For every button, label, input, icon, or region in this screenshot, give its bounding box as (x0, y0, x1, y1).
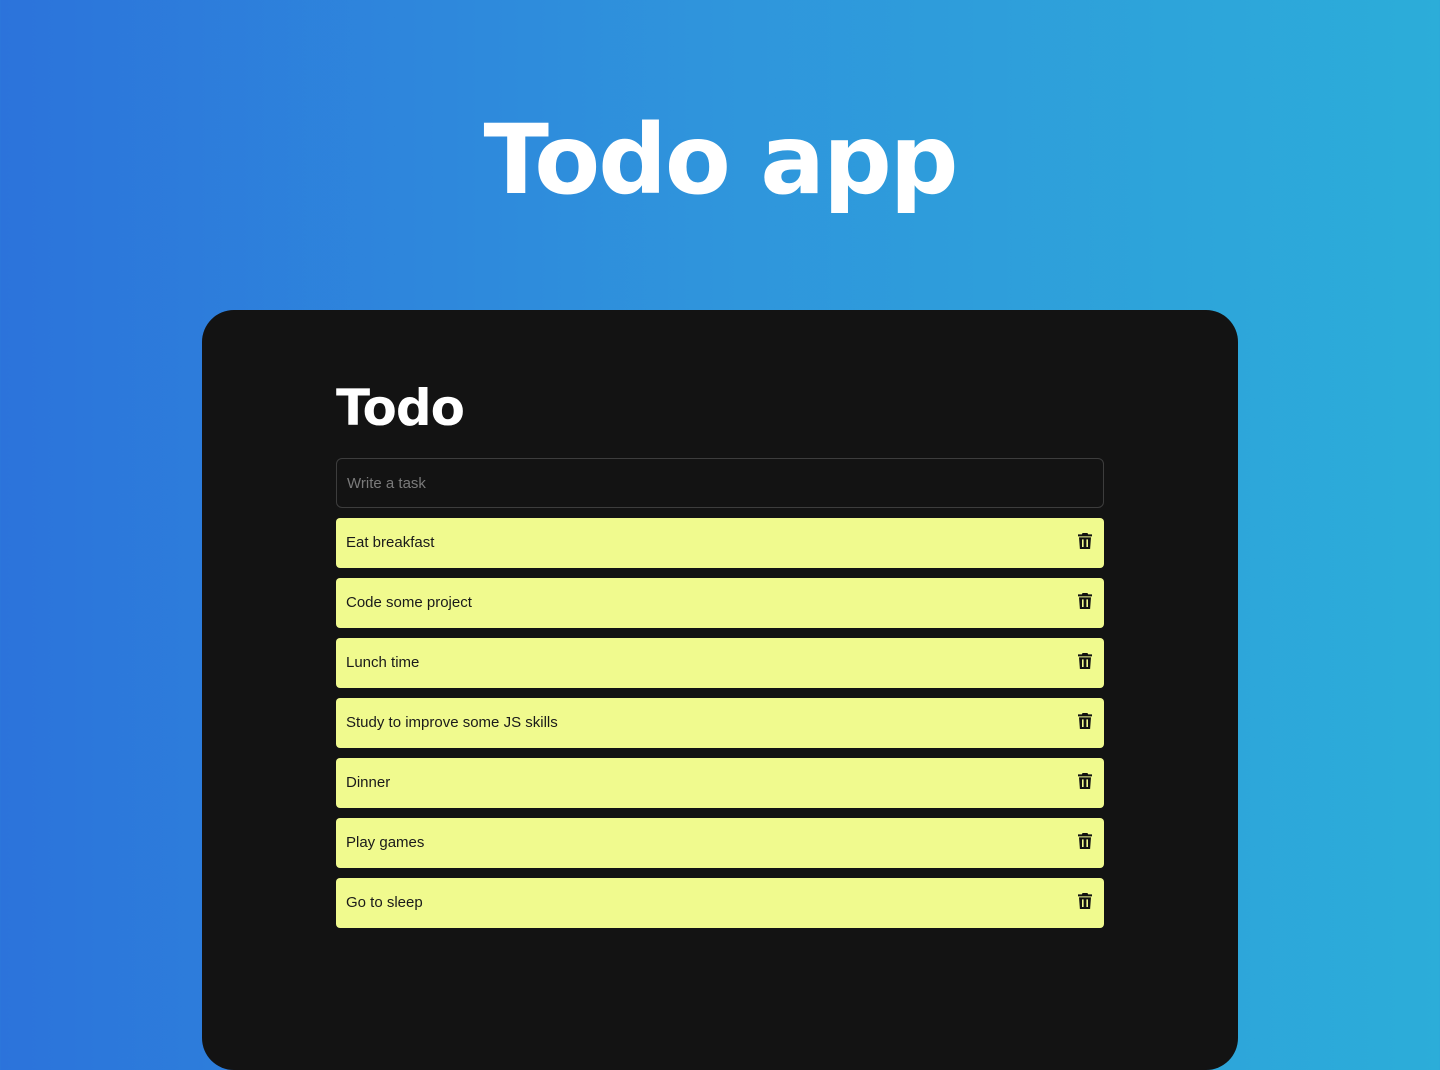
todo-panel: Todo Eat breakfast Code some project Lun… (202, 310, 1238, 1070)
task-item[interactable]: Code some project (336, 578, 1104, 628)
delete-task-button[interactable] (1078, 652, 1094, 670)
task-label: Lunch time (346, 654, 420, 671)
task-label: Dinner (346, 774, 391, 791)
task-item[interactable]: Go to sleep (336, 878, 1104, 928)
task-label: Go to sleep (346, 894, 423, 911)
trash-icon (1078, 833, 1092, 849)
task-item[interactable]: Play games (336, 818, 1104, 868)
task-label: Eat breakfast (346, 534, 435, 551)
task-item[interactable]: Dinner (336, 758, 1104, 808)
task-item[interactable]: Lunch time (336, 638, 1104, 688)
todo-heading: Todo (336, 379, 465, 437)
task-item[interactable]: Eat breakfast (336, 518, 1104, 568)
task-list: Eat breakfast Code some project Lunch ti… (336, 518, 1104, 938)
task-label: Study to improve some JS skills (346, 714, 558, 731)
delete-task-button[interactable] (1078, 592, 1094, 610)
delete-task-button[interactable] (1078, 772, 1094, 790)
trash-icon (1078, 593, 1092, 609)
page-title: Todo app (483, 104, 959, 216)
delete-task-button[interactable] (1078, 832, 1094, 850)
trash-icon (1078, 653, 1092, 669)
trash-icon (1078, 773, 1092, 789)
trash-icon (1078, 893, 1092, 909)
delete-task-button[interactable] (1078, 712, 1094, 730)
trash-icon (1078, 713, 1092, 729)
task-item[interactable]: Study to improve some JS skills (336, 698, 1104, 748)
task-input[interactable] (336, 458, 1104, 508)
trash-icon (1078, 533, 1092, 549)
delete-task-button[interactable] (1078, 892, 1094, 910)
task-label: Play games (346, 834, 425, 851)
task-label: Code some project (346, 594, 472, 611)
delete-task-button[interactable] (1078, 532, 1094, 550)
